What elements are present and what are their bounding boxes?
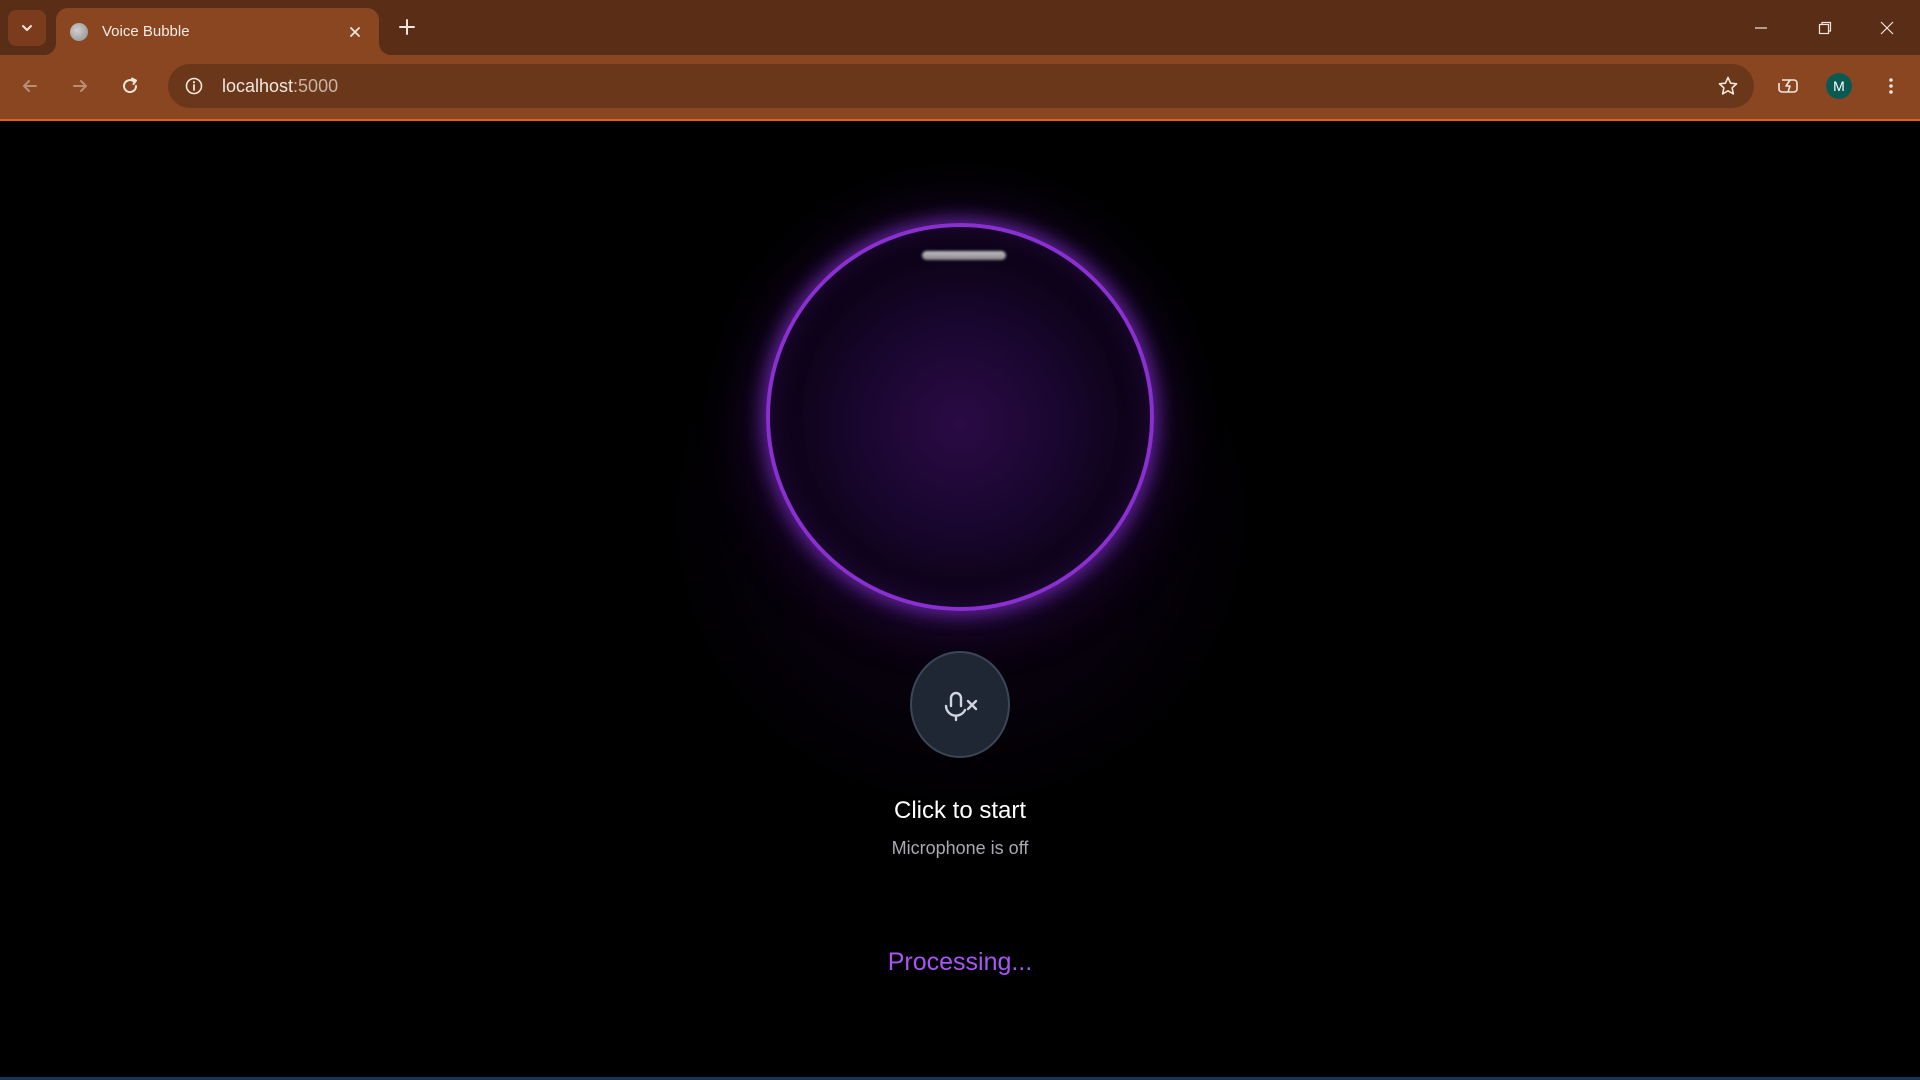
forward-button[interactable]: [62, 68, 98, 104]
restore-button[interactable]: [1794, 0, 1856, 55]
tab-title: Voice Bubble: [102, 23, 190, 40]
arrow-right-icon: [73, 80, 87, 92]
tab-search-button[interactable]: [8, 10, 46, 46]
processing-indicator: Processing...: [887, 948, 1033, 976]
close-icon: [1880, 21, 1894, 34]
arrow-left-icon: [23, 80, 37, 92]
url-port: :5000: [293, 75, 339, 96]
browser-tab-strip: Voice Bubble: [0, 0, 1920, 55]
minimize-button[interactable]: [1730, 0, 1792, 55]
status-subtitle: Microphone is off: [891, 838, 1029, 858]
site-info-icon[interactable]: [182, 74, 206, 98]
browser-menu-button[interactable]: [1873, 68, 1909, 104]
tab-close-button[interactable]: [343, 20, 367, 44]
more-vert-icon: [1889, 78, 1893, 94]
window-close-button[interactable]: [1856, 0, 1918, 55]
restore-icon: [1818, 21, 1832, 34]
globe-icon: [70, 22, 88, 41]
back-button[interactable]: [12, 68, 48, 104]
status-title: Click to start: [893, 797, 1027, 824]
browser-toolbar: localhost:5000 M: [0, 55, 1920, 120]
bubble-highlight: [922, 251, 1006, 260]
bookmark-star-button[interactable]: [1716, 74, 1740, 98]
chevron-down-icon: [22, 25, 32, 31]
profile-avatar[interactable]: M: [1826, 73, 1852, 99]
url-text: localhost:5000: [222, 76, 338, 97]
voice-bubble: [766, 223, 1154, 611]
star-icon: [1718, 76, 1738, 95]
page-content: Click to start Microphone is off Process…: [0, 121, 1920, 1077]
minimize-icon: [1755, 26, 1767, 29]
url-host: localhost: [222, 75, 294, 96]
mic-off-icon: [944, 691, 978, 721]
extension-button[interactable]: [1771, 68, 1807, 104]
plus-icon: [399, 19, 415, 35]
new-tab-button[interactable]: [391, 11, 423, 43]
browser-tab-active[interactable]: Voice Bubble: [56, 8, 379, 55]
reload-icon: [123, 77, 138, 94]
performance-icon: [1778, 79, 1798, 93]
reload-button[interactable]: [112, 68, 148, 104]
address-bar[interactable]: localhost:5000: [168, 64, 1754, 108]
close-icon: [350, 26, 360, 37]
microphone-toggle-button[interactable]: [910, 651, 1010, 758]
